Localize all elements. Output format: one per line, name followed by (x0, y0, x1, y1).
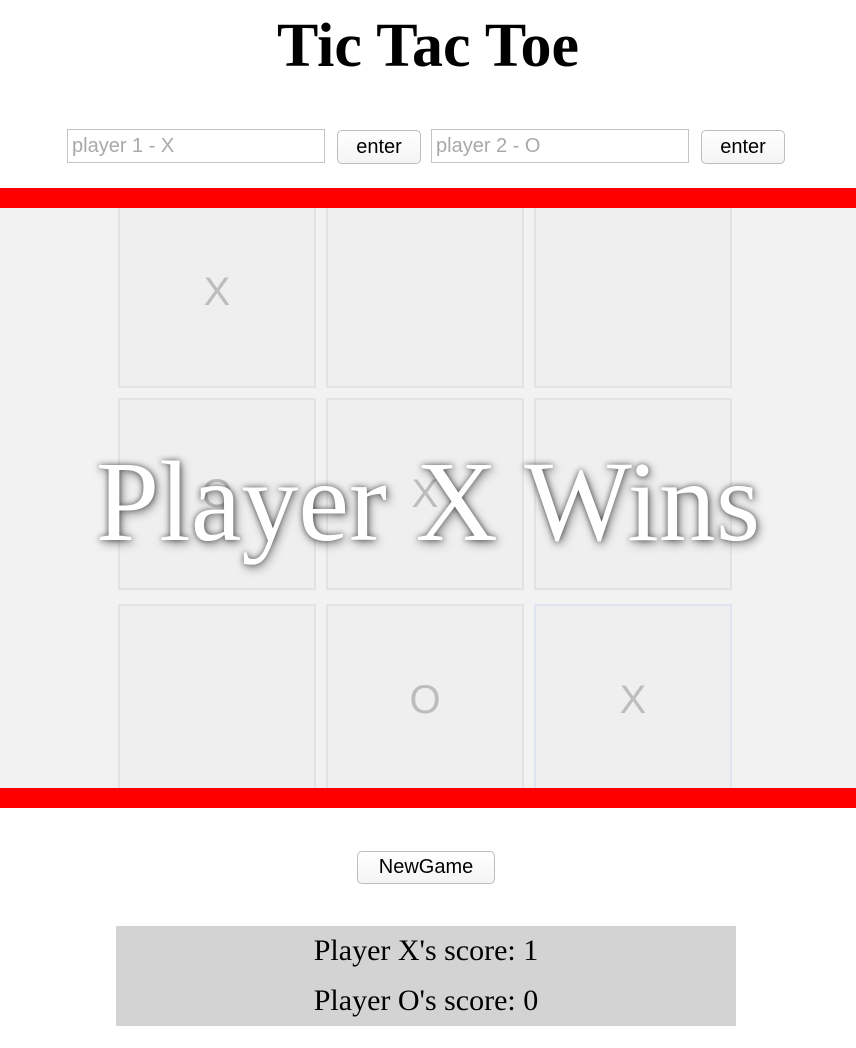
board-cell-6[interactable] (534, 398, 732, 590)
player1-enter-button[interactable]: enter (337, 130, 421, 164)
page-title: Tic Tac Toe (276, 12, 580, 80)
scoreboard: Player X's score: 1 Player O's score: 0 (116, 926, 736, 1026)
board-bottom-bar (0, 788, 856, 808)
new-game-button[interactable]: NewGame (357, 851, 495, 884)
board-cell-2[interactable] (326, 208, 524, 388)
board-cell-5[interactable]: X (326, 398, 524, 590)
player2-name-input[interactable] (431, 129, 689, 163)
player-o-score: Player O's score: 0 (313, 984, 539, 1017)
player2-enter-button[interactable]: enter (701, 130, 785, 164)
board-top-bar (0, 188, 856, 208)
board-cell-4[interactable]: O (118, 398, 316, 590)
player-x-score: Player X's score: 1 (313, 934, 539, 967)
board-cell-7[interactable] (118, 604, 316, 788)
player1-name-input[interactable] (67, 129, 325, 163)
board-cell-1[interactable]: X (118, 208, 316, 388)
board-cell-8[interactable]: O (326, 604, 524, 788)
board-cell-9[interactable]: X (534, 604, 732, 788)
game-board: X O X O X (0, 208, 856, 788)
board-cell-3[interactable] (534, 208, 732, 388)
